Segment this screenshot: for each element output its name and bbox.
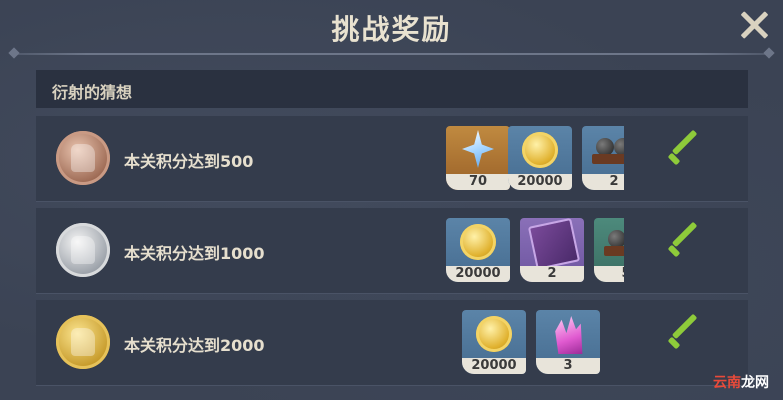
mora-coin-icon — [476, 316, 512, 352]
reward-count: 5 — [594, 266, 624, 282]
reward-items: 20000 2 5 — [446, 218, 624, 282]
cannon-item-icon — [592, 134, 624, 164]
silver-medal-icon — [56, 223, 110, 277]
reward-count: 20000 — [508, 174, 572, 190]
close-button[interactable] — [739, 10, 769, 40]
section-header: 衍射的猜想 — [36, 70, 748, 108]
watermark-part2: 龙网 — [741, 375, 769, 391]
row-condition: 本关积分达到500 — [124, 152, 254, 171]
reward-row: 本关积分达到2000 20000 3 — [36, 300, 748, 386]
reward-items: 20000 3 — [462, 310, 602, 374]
reward-count: 2 — [520, 266, 584, 282]
reward-item[interactable]: 5 — [594, 218, 624, 282]
row-condition: 本关积分达到2000 — [124, 336, 265, 355]
mora-coin-icon — [460, 224, 496, 260]
page-title: 挑战奖励 — [331, 13, 452, 46]
completed-check-icon — [666, 234, 702, 266]
mora-coin-icon — [522, 132, 558, 168]
reward-count: 20000 — [462, 358, 526, 374]
reward-count: 20000 — [446, 266, 510, 282]
reward-item[interactable]: 2 — [520, 218, 584, 282]
reward-item[interactable]: 70 — [446, 126, 510, 190]
primogem-icon — [462, 130, 494, 168]
reward-count: 3 — [536, 358, 600, 374]
reward-item[interactable]: 20000 — [508, 126, 572, 190]
bronze-medal-icon — [56, 131, 110, 185]
reward-items: 70 20000 2 — [446, 126, 624, 190]
reward-row: 本关积分达到1000 20000 2 5 — [36, 208, 748, 294]
row-condition: 本关积分达到1000 — [124, 244, 265, 263]
reward-item[interactable]: 2 — [582, 126, 624, 190]
reward-item[interactable]: 3 — [536, 310, 600, 374]
crystal-icon — [555, 316, 583, 354]
completed-check-icon — [666, 326, 702, 358]
reward-row: 本关积分达到500 70 20000 2 — [36, 116, 748, 202]
title-divider — [8, 47, 775, 59]
reward-item[interactable]: 20000 — [446, 218, 510, 282]
reward-count: 2 — [582, 174, 624, 190]
gold-medal-icon — [56, 315, 110, 369]
completed-check-icon — [666, 142, 702, 174]
reward-item[interactable]: 20000 — [462, 310, 526, 374]
cannon-item-icon — [604, 226, 624, 256]
section-title: 衍射的猜想 — [52, 83, 133, 102]
watermark: 云南龙网 — [713, 372, 769, 392]
watermark-part1: 云南 — [713, 375, 741, 391]
reward-count: 70 — [446, 174, 510, 190]
book-icon — [527, 218, 581, 271]
